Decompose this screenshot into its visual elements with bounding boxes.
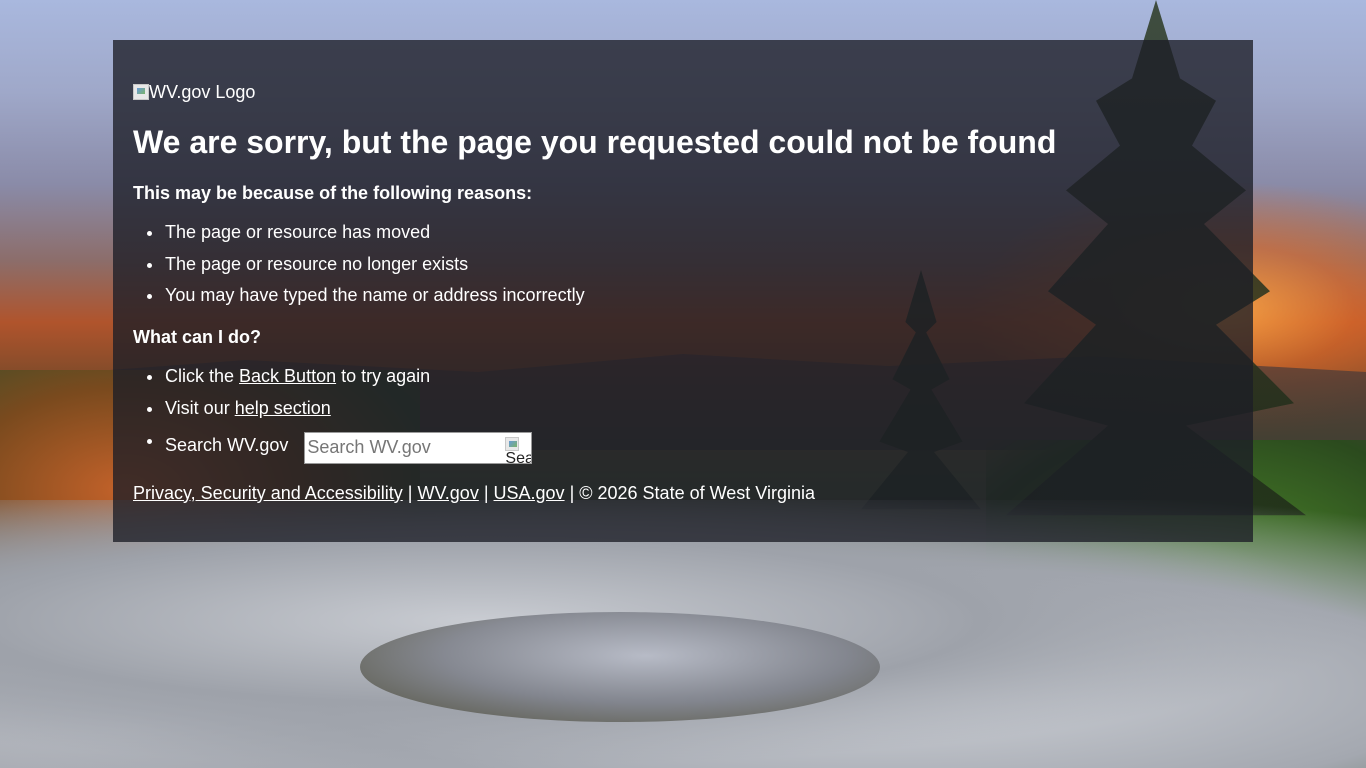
list-item-search: Search WV.gov Search — [147, 430, 1233, 464]
search-input[interactable] — [305, 433, 506, 462]
back-button-link[interactable]: Back Button — [239, 366, 336, 386]
privacy-link[interactable]: Privacy, Security and Accessibility — [133, 483, 403, 503]
footer-separator: | — [402, 482, 418, 503]
wvgov-logo: WV.gov Logo — [133, 80, 1233, 104]
list-item: You may have typed the name or address i… — [147, 285, 1233, 306]
search-form: Search — [304, 431, 533, 464]
reasons-heading: This may be because of the following rea… — [133, 183, 533, 203]
broken-image-icon — [133, 84, 149, 100]
list-item: The page or resource no longer exists — [147, 254, 1233, 275]
actions-heading: What can I do? — [133, 327, 261, 348]
back-suffix: to try again — [336, 366, 431, 387]
page-title: We are sorry, but the page you requested… — [133, 124, 1057, 160]
search-label: Search WV.gov — [165, 435, 289, 456]
help-prefix: Visit our — [165, 398, 235, 419]
search-icon — [505, 436, 520, 451]
list-item-back: Click the Back Button to try again — [147, 366, 1233, 387]
logo-alt-text: WV.gov Logo — [149, 81, 256, 102]
copyright-text: | © 2026 State of West Virginia — [564, 482, 815, 503]
reasons-list: The page or resource has moved The page … — [133, 222, 1233, 306]
footer-separator: | — [478, 482, 494, 503]
usagov-link[interactable]: USA.gov — [494, 483, 565, 503]
search-button[interactable]: Search — [505, 433, 531, 463]
wvgov-link[interactable]: WV.gov — [417, 483, 478, 503]
back-prefix: Click the — [165, 366, 240, 387]
help-section-link[interactable]: help section — [235, 398, 331, 418]
actions-list: Click the Back Button to try again Visit… — [133, 366, 1233, 464]
search-button-alt: Search — [505, 449, 532, 463]
error-panel: WV.gov Logo We are sorry, but the page y… — [113, 40, 1253, 542]
rock-pool — [360, 612, 880, 722]
footer: Privacy, Security and Accessibility | WV… — [133, 482, 1233, 504]
list-item: The page or resource has moved — [147, 222, 1233, 243]
list-item-help: Visit our help section — [147, 398, 1233, 419]
